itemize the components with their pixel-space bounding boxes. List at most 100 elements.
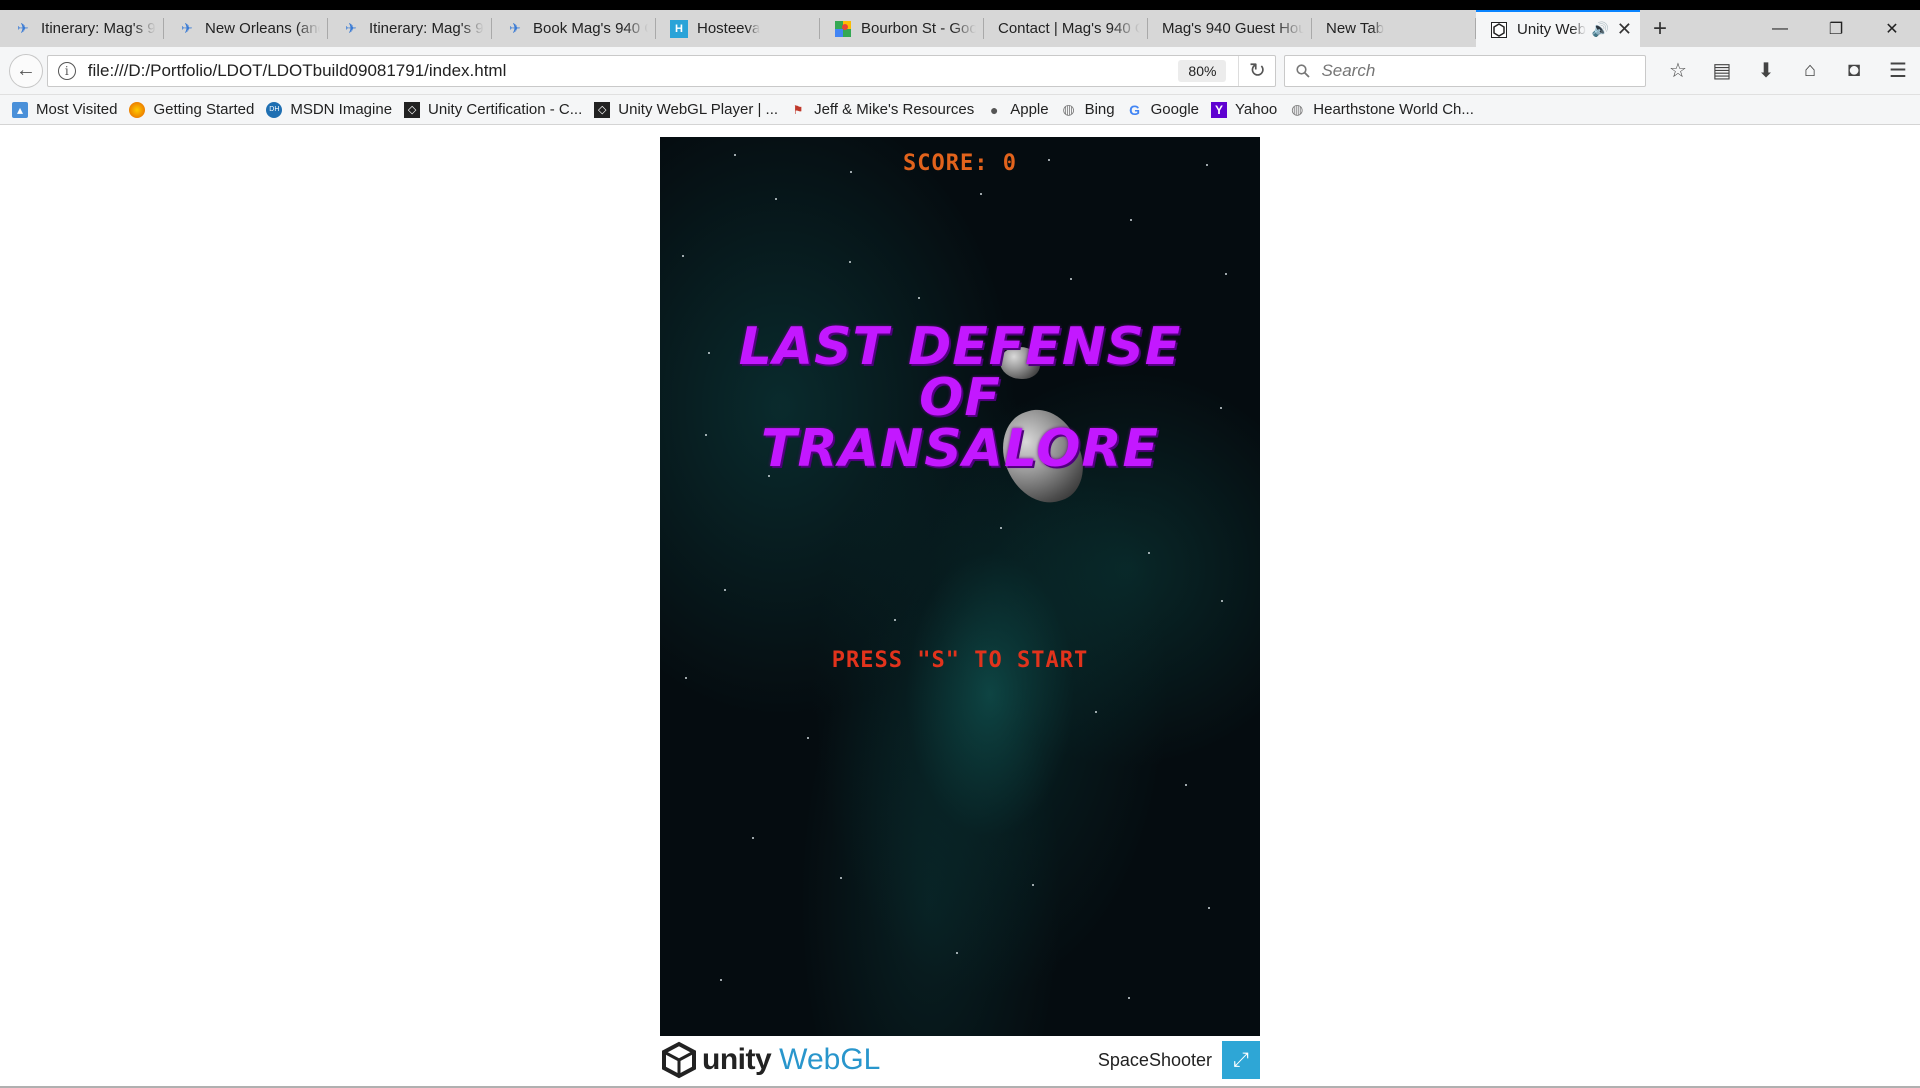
globe-icon: ◍ xyxy=(1291,101,1304,117)
fullscreen-button[interactable]: ⤢ xyxy=(1222,1041,1260,1079)
google-maps-icon xyxy=(834,20,852,38)
bookmark-google[interactable]: G Google xyxy=(1127,101,1199,118)
reading-list-icon[interactable]: ▤ xyxy=(1700,58,1744,83)
score-label: SCORE: 0 xyxy=(903,151,1017,176)
bookmark-label: Most Visited xyxy=(36,101,118,118)
search-input[interactable] xyxy=(1319,59,1624,82)
yahoo-icon: Y xyxy=(1211,101,1227,118)
bookmark-most-visited[interactable]: ▴ Most Visited xyxy=(12,101,117,118)
star xyxy=(1095,711,1097,713)
home-icon[interactable]: ⌂ xyxy=(1788,58,1832,83)
speaker-icon[interactable]: 🔊 xyxy=(1591,21,1608,38)
tab-title: New Orleans (and xyxy=(205,20,320,37)
download-icon[interactable]: ⬇ xyxy=(1744,58,1788,83)
bookmark-label: Hearthstone World Ch... xyxy=(1313,101,1474,118)
tab-title: Hosteeva xyxy=(697,20,761,37)
globe-icon: ◍ xyxy=(1062,101,1075,117)
star xyxy=(1225,273,1227,275)
airplane-icon: ✈ xyxy=(17,20,29,36)
webgl-wordmark: WebGL xyxy=(779,1043,881,1076)
star xyxy=(1000,527,1002,529)
star xyxy=(1185,784,1187,786)
star xyxy=(685,677,687,679)
bookmark-star-icon[interactable]: ☆ xyxy=(1656,58,1700,83)
star xyxy=(807,737,809,739)
close-window-icon[interactable]: ✕ xyxy=(1864,10,1920,47)
webgl-footer: unity WebGL SpaceShooter ⤢ xyxy=(660,1040,1260,1080)
unity-wordmark: unity xyxy=(702,1043,772,1076)
restore-icon[interactable]: ❐ xyxy=(1808,10,1864,47)
game-canvas[interactable]: SCORE: 0 LAST DEFENSE OF TRANSALORE PRES… xyxy=(660,137,1260,1036)
unity-icon: ◇ xyxy=(594,101,611,118)
bookmark-yahoo[interactable]: Y Yahoo xyxy=(1211,101,1277,118)
tab-bourbon-st[interactable]: Bourbon St - Goo xyxy=(820,10,984,47)
url-text[interactable]: file:///D:/Portfolio/LDOT/LDOTbuild09081… xyxy=(88,61,1179,81)
bookmark-unity-webgl-player[interactable]: ◇ Unity WebGL Player | ... xyxy=(594,101,778,118)
bookmark-label: Bing xyxy=(1084,101,1115,118)
star xyxy=(918,297,920,299)
zoom-level-badge[interactable]: 80% xyxy=(1178,59,1227,82)
bookmark-label: Apple xyxy=(1010,101,1049,118)
unity-logo: unity WebGL xyxy=(660,1041,880,1079)
info-icon[interactable]: i xyxy=(57,61,76,80)
bookmark-unity-certification[interactable]: ◇ Unity Certification - C... xyxy=(404,101,582,118)
close-icon[interactable]: ✕ xyxy=(1617,19,1632,40)
airplane-icon: ✈ xyxy=(345,20,357,36)
navigation-bar: ← i file:///D:/Portfolio/LDOT/LDOTbuild0… xyxy=(0,47,1920,95)
bookmark-bing[interactable]: ◍ Bing xyxy=(1061,101,1115,118)
start-prompt: PRESS "S" TO START xyxy=(831,648,1089,673)
tab-contact[interactable]: Contact | Mag's 940 G xyxy=(984,10,1148,47)
toolbar-buttons: ☆ ▤ ⬇ ⌂ ◘ ☰ xyxy=(1656,58,1920,83)
star xyxy=(1208,907,1210,909)
bookmark-jeff-mike-resources[interactable]: ⚑ Jeff & Mike's Resources xyxy=(790,101,975,118)
star xyxy=(1148,552,1150,554)
hosteeva-icon: H xyxy=(670,19,688,38)
title-line: LAST DEFENSE xyxy=(738,317,1182,377)
tab-title: Unity Web xyxy=(1517,21,1586,38)
tab-title: Book Mag's 940 G xyxy=(533,20,648,37)
bookmark-label: Unity WebGL Player | ... xyxy=(618,101,779,118)
tab-guest-house[interactable]: Mag's 940 Guest Hou xyxy=(1148,10,1312,47)
tab-itinerary-1[interactable]: ✈ Itinerary: Mag's 9 xyxy=(0,10,164,47)
reload-icon[interactable]: ↻ xyxy=(1238,55,1275,86)
tab-new-orleans[interactable]: ✈ New Orleans (and xyxy=(164,10,328,47)
tab-title: Itinerary: Mag's 9 xyxy=(41,20,156,37)
tab-title: New Tab xyxy=(1326,20,1385,37)
title-line: OF xyxy=(919,368,1001,428)
url-bar[interactable]: i file:///D:/Portfolio/LDOT/LDOTbuild090… xyxy=(46,54,1277,87)
search-icon xyxy=(1295,63,1311,79)
new-tab-button[interactable]: + xyxy=(1640,10,1680,47)
airplane-icon: ✈ xyxy=(509,20,521,36)
minimize-icon[interactable]: — xyxy=(1752,10,1808,47)
airplane-icon: ✈ xyxy=(181,20,193,36)
bookmark-getting-started[interactable]: Getting Started xyxy=(129,101,254,118)
star xyxy=(775,198,777,200)
google-icon: G xyxy=(1129,101,1141,118)
tab-hosteeva[interactable]: H Hosteeva xyxy=(656,10,820,47)
tab-itinerary-2[interactable]: ✈ Itinerary: Mag's 9 xyxy=(328,10,492,47)
search-bar[interactable] xyxy=(1284,54,1646,87)
bookmark-label: Google xyxy=(1150,101,1199,118)
tab-strip: ✈ Itinerary: Mag's 9 ✈ New Orleans (and … xyxy=(0,10,1920,47)
star xyxy=(1128,997,1130,999)
tab-book[interactable]: ✈ Book Mag's 940 G xyxy=(492,10,656,47)
star xyxy=(980,193,982,195)
game-title: LAST DEFENSE OF TRANSALORE xyxy=(660,317,1260,475)
star xyxy=(1032,884,1034,886)
msdn-icon: DH xyxy=(266,101,283,118)
unity-cube-icon xyxy=(662,1041,696,1079)
firefox-icon xyxy=(129,101,146,118)
bookmark-msdn-imagine[interactable]: DH MSDN Imagine xyxy=(266,101,392,118)
bookmark-apple[interactable]: ● Apple xyxy=(986,101,1049,118)
bookmarks-toolbar: ▴ Most Visited Getting Started DH MSDN I… xyxy=(0,95,1920,125)
tab-title: Itinerary: Mag's 9 xyxy=(369,20,484,37)
pocket-icon[interactable]: ◘ xyxy=(1832,58,1876,83)
star xyxy=(724,589,726,591)
tab-title: Bourbon St - Goo xyxy=(861,20,976,37)
tab-new-tab[interactable]: New Tab xyxy=(1312,10,1476,47)
back-button[interactable]: ← xyxy=(9,53,43,88)
tab-unity-webgl[interactable]: Unity Web 🔊 ✕ xyxy=(1476,10,1640,47)
menu-icon[interactable]: ☰ xyxy=(1876,58,1920,83)
bookmark-hearthstone[interactable]: ◍ Hearthstone World Ch... xyxy=(1289,101,1474,118)
unity-icon xyxy=(1490,21,1508,39)
